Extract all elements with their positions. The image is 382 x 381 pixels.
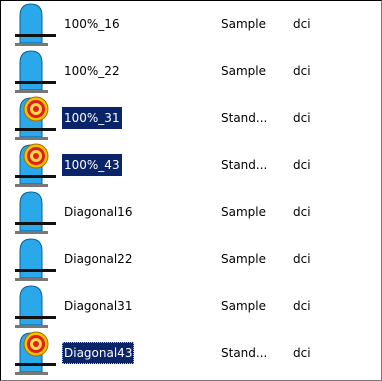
file-type: Sample	[221, 205, 266, 219]
file-name: Diagonal16	[64, 205, 133, 219]
file-type: Sample	[221, 64, 266, 78]
standard-icon	[12, 142, 62, 189]
file-type: Stand...	[221, 158, 268, 172]
file-name: Diagonal31	[64, 299, 133, 313]
file-type: Sample	[221, 299, 266, 313]
file-type: Sample	[221, 17, 266, 31]
file-extension: dci	[293, 252, 311, 266]
list-item[interactable]: 100%_16 Sample dci	[4, 1, 380, 48]
file-list-panel: 100%_16 Sample dci 100%_22 Sample dci 10…	[0, 0, 382, 381]
file-type: Stand...	[221, 346, 268, 360]
file-type: Stand...	[221, 111, 268, 125]
list-item[interactable]: 100%_22 Sample dci	[4, 48, 380, 95]
file-extension: dci	[293, 299, 311, 313]
sample-icon	[12, 236, 62, 283]
file-extension: dci	[293, 64, 311, 78]
file-name: Diagonal22	[64, 252, 133, 266]
file-extension: dci	[293, 111, 311, 125]
standard-icon	[12, 330, 62, 377]
sample-icon	[12, 1, 62, 48]
file-extension: dci	[293, 158, 311, 172]
sample-icon	[12, 189, 62, 236]
list-item[interactable]: Diagonal22 Sample dci	[4, 236, 380, 283]
standard-icon	[12, 95, 62, 142]
list-item[interactable]: 100%_31 Stand... dci	[4, 95, 380, 142]
file-name: 100%_22	[64, 64, 120, 78]
sample-icon	[12, 283, 62, 330]
list-item[interactable]: Diagonal16 Sample dci	[4, 189, 380, 236]
file-extension: dci	[293, 346, 311, 360]
file-name: Diagonal43	[62, 342, 135, 364]
file-type: Sample	[221, 252, 266, 266]
list-item[interactable]: Diagonal31 Sample dci	[4, 283, 380, 330]
file-extension: dci	[293, 205, 311, 219]
file-name: 100%_16	[64, 17, 120, 31]
list-item[interactable]: Diagonal43 Stand... dci	[4, 330, 380, 377]
list-item[interactable]: 100%_43 Stand... dci	[4, 142, 380, 189]
sample-icon	[12, 48, 62, 95]
file-name: 100%_31	[62, 107, 122, 129]
file-list: 100%_16 Sample dci 100%_22 Sample dci 10…	[4, 1, 380, 380]
file-extension: dci	[293, 17, 311, 31]
file-name: 100%_43	[62, 154, 122, 176]
